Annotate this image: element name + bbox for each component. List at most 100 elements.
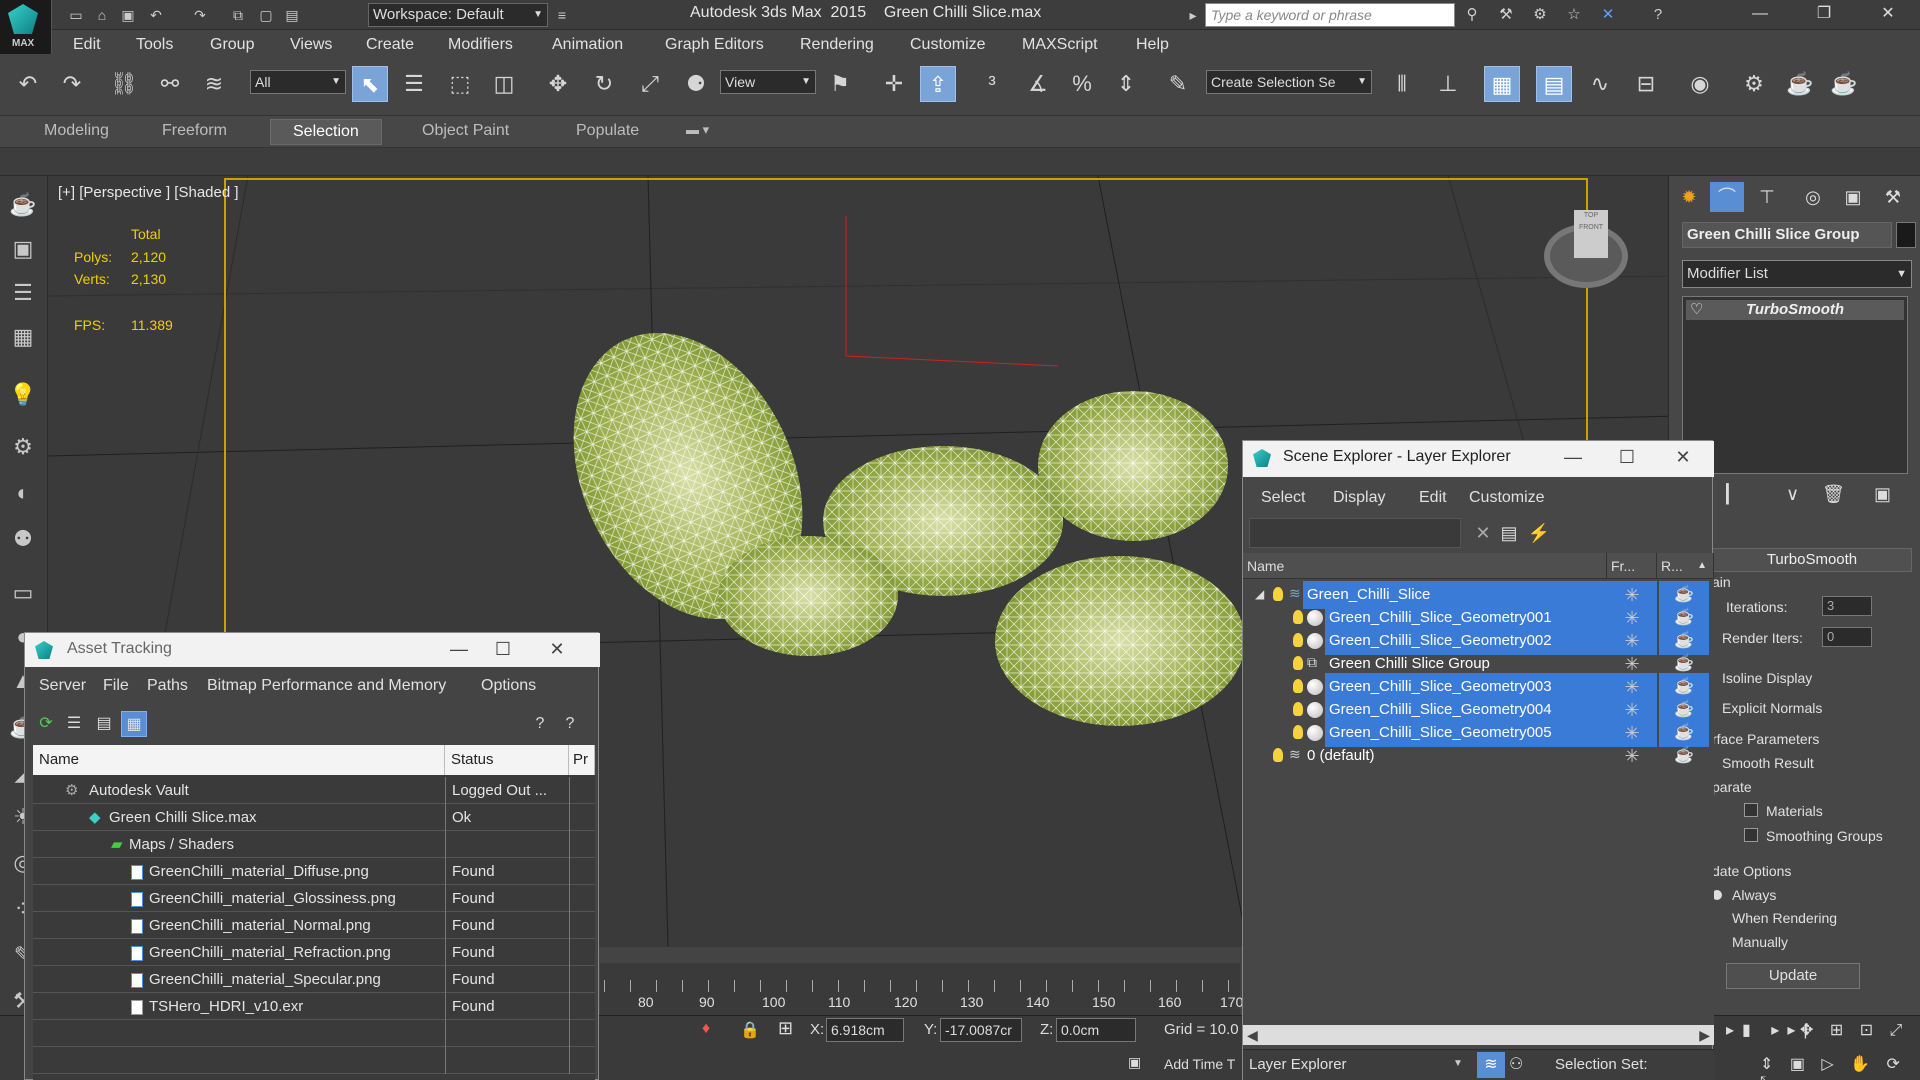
hierarchy-panel-icon[interactable]: ⊤ <box>1750 182 1784 212</box>
place-icon[interactable]: ⚈ <box>678 66 714 102</box>
render-iters-spinner[interactable]: 0 <box>1822 627 1872 647</box>
menu-select[interactable]: Select <box>1261 489 1305 507</box>
horizontal-scrollbar[interactable]: ◀ ▶ <box>1243 1025 1714 1045</box>
open-file-icon[interactable]: ⌂ <box>92 5 112 25</box>
communication-icon[interactable]: ⚙ <box>1528 4 1552 26</box>
scene-explorer-titlebar[interactable]: Scene Explorer - Layer Explorer — ☐ ✕ <box>1243 441 1714 477</box>
modifier-stack-item[interactable]: ♡ TurboSmooth <box>1686 300 1904 320</box>
add-time-tag-icon[interactable]: ▣ <box>1128 1054 1141 1071</box>
refresh-icon[interactable]: ⟳ <box>33 711 59 737</box>
scale-icon[interactable]: ⤢ <box>632 66 668 102</box>
maximize-button[interactable]: ☐ <box>1607 443 1647 473</box>
find-options-icon[interactable]: ▤ <box>1497 521 1521 545</box>
when-rendering-radio[interactable]: When Rendering <box>1732 910 1837 926</box>
rectangle-icon[interactable]: ▭ <box>4 576 42 610</box>
column-header-name[interactable]: Name <box>1243 553 1607 579</box>
pivot-center-icon[interactable]: ⚑ <box>822 66 858 102</box>
render-frame-icon[interactable]: ▣ <box>4 232 42 266</box>
x-coordinate-field[interactable]: 6.918cm <box>826 1018 904 1042</box>
tab-populate[interactable]: Populate <box>576 122 639 140</box>
menu-server[interactable]: Server <box>39 677 86 695</box>
turbosmooth-rollout-header[interactable]: TurboSmooth <box>1712 548 1912 572</box>
table-row[interactable]: TSHero_HDRI_v10.exr Found <box>33 993 595 1020</box>
menu-paths[interactable]: Paths <box>147 677 188 695</box>
close-button[interactable]: ✕ <box>1663 443 1703 473</box>
table-row[interactable]: GreenChilli_material_Normal.png Found <box>33 912 595 939</box>
schematic-view-icon[interactable]: ⊟ <box>1628 66 1664 102</box>
menu-tools[interactable]: Tools <box>136 36 173 54</box>
close-button[interactable]: ✕ <box>1858 0 1918 30</box>
light-bulb-icon[interactable] <box>1293 679 1303 693</box>
ribbon-options-icon[interactable]: ▬ ▾ <box>686 122 709 138</box>
grid-list-icon[interactable]: ▦ <box>4 320 42 354</box>
layer-explorer-icon[interactable]: ≋ <box>1477 1052 1505 1078</box>
light-bulb-icon[interactable] <box>1293 702 1303 716</box>
viewcube-icon[interactable]: TOP FRONT <box>1544 210 1628 288</box>
motion-panel-icon[interactable]: ◎ <box>1796 182 1830 212</box>
explicit-normals-checkbox[interactable]: Explicit Normals <box>1722 700 1822 716</box>
search-input[interactable]: Type a keyword or phrase <box>1205 3 1455 27</box>
rectangular-selection-icon[interactable]: ⬚ <box>442 66 478 102</box>
table-row[interactable]: GreenChilli_material_Glossiness.png Foun… <box>33 885 595 912</box>
align-icon[interactable]: ⊥ <box>1430 66 1466 102</box>
toggle-ribbon-icon[interactable]: ▤ <box>1536 66 1572 102</box>
object-color-swatch[interactable] <box>1896 222 1916 248</box>
minimize-button[interactable]: — <box>439 635 479 665</box>
menu-display[interactable]: Display <box>1333 489 1385 507</box>
menu-modifiers[interactable]: Modifiers <box>448 36 513 54</box>
find-input[interactable] <box>1249 518 1461 548</box>
scroll-left-icon[interactable]: ◀ <box>1247 1025 1258 1045</box>
menu-views[interactable]: Views <box>290 36 332 54</box>
menu-rendering[interactable]: Rendering <box>800 36 874 54</box>
material-editor-icon[interactable]: ◉ <box>1682 66 1718 102</box>
rotate-icon[interactable]: ↻ <box>586 66 622 102</box>
window-crossing-icon[interactable]: ◫ <box>486 66 522 102</box>
spinner-snap-icon[interactable]: ⇕ <box>1108 66 1144 102</box>
angle-snap-icon[interactable]: ∡ <box>1020 66 1056 102</box>
manually-radio[interactable]: Manually <box>1732 934 1788 950</box>
fetch-icon[interactable]: ▢ <box>256 5 276 25</box>
thumbnail-view-icon[interactable]: ▤ <box>91 711 117 737</box>
undo-icon[interactable]: ↶ <box>10 66 46 102</box>
menu-bitmap-performance[interactable]: Bitmap Performance and Memory <box>207 677 446 695</box>
menu-animation[interactable]: Animation <box>552 36 623 54</box>
selection-filter-dropdown[interactable]: All ▼ <box>250 70 346 94</box>
select-by-name-icon[interactable]: ☰ <box>396 66 432 102</box>
tab-modeling[interactable]: Modeling <box>44 122 109 140</box>
binoculars-icon[interactable]: ⚲ <box>1460 4 1484 26</box>
table-row[interactable]: GreenChilli_material_Refraction.png Foun… <box>33 939 595 966</box>
undo-icon[interactable]: ↶ <box>146 5 166 25</box>
minimize-button[interactable]: — <box>1553 443 1593 473</box>
snaps-toggle-icon[interactable]: ³ <box>974 66 1010 102</box>
absolute-mode-icon[interactable]: ⊞ <box>778 1018 793 1039</box>
menu-create[interactable]: Create <box>366 36 414 54</box>
configure-modifier-sets-icon[interactable]: ▣ <box>1874 484 1891 505</box>
expand-arrow-icon[interactable]: ◢ <box>1255 587 1264 601</box>
tree-row[interactable]: ≋ 0 (default) ✳ ☕ <box>1243 742 1714 770</box>
z-coordinate-field[interactable]: 0.0cm <box>1056 1018 1136 1042</box>
create-panel-icon[interactable]: ✹ <box>1672 182 1706 212</box>
menu-maxscript[interactable]: MAXScript <box>1022 36 1098 54</box>
hold-icon[interactable]: ⧉ <box>228 5 248 25</box>
column-header-frozen[interactable]: Fr... <box>1607 553 1657 579</box>
isolate-selection-icon[interactable]: ♦ <box>702 1020 710 1038</box>
menu-graph-editors[interactable]: Graph Editors <box>665 36 764 54</box>
new-file-icon[interactable]: ▭ <box>66 5 86 25</box>
close-button[interactable]: ✕ <box>537 635 577 665</box>
menu-group[interactable]: Group <box>210 36 254 54</box>
light-bulb-icon[interactable] <box>1293 725 1303 739</box>
menu-help[interactable]: Help <box>1136 36 1169 54</box>
table-row[interactable]: GreenChilli_material_Specular.png Found <box>33 966 595 993</box>
select-and-link-icon[interactable]: ⛓ <box>106 66 142 102</box>
menu-edit[interactable]: Edit <box>1419 489 1447 507</box>
mirror-icon[interactable]: ⫴ <box>1384 66 1420 102</box>
smoothing-groups-checkbox[interactable] <box>1744 828 1758 842</box>
transform-gizmo-icon[interactable]: ✛ <box>876 66 912 102</box>
light-bulb-icon[interactable] <box>1293 633 1303 647</box>
asset-tracking-titlebar[interactable]: Asset Tracking — ☐ ✕ <box>25 633 600 667</box>
select-object-icon[interactable]: ⬉ <box>352 66 388 102</box>
light-bulb-icon[interactable] <box>1273 587 1283 601</box>
table-row[interactable]: ◆ Green Chilli Slice.max Ok <box>33 804 595 831</box>
render-production-icon[interactable]: ☕ <box>1826 66 1862 102</box>
selection-lock-icon[interactable]: 🔒 <box>740 1020 760 1040</box>
